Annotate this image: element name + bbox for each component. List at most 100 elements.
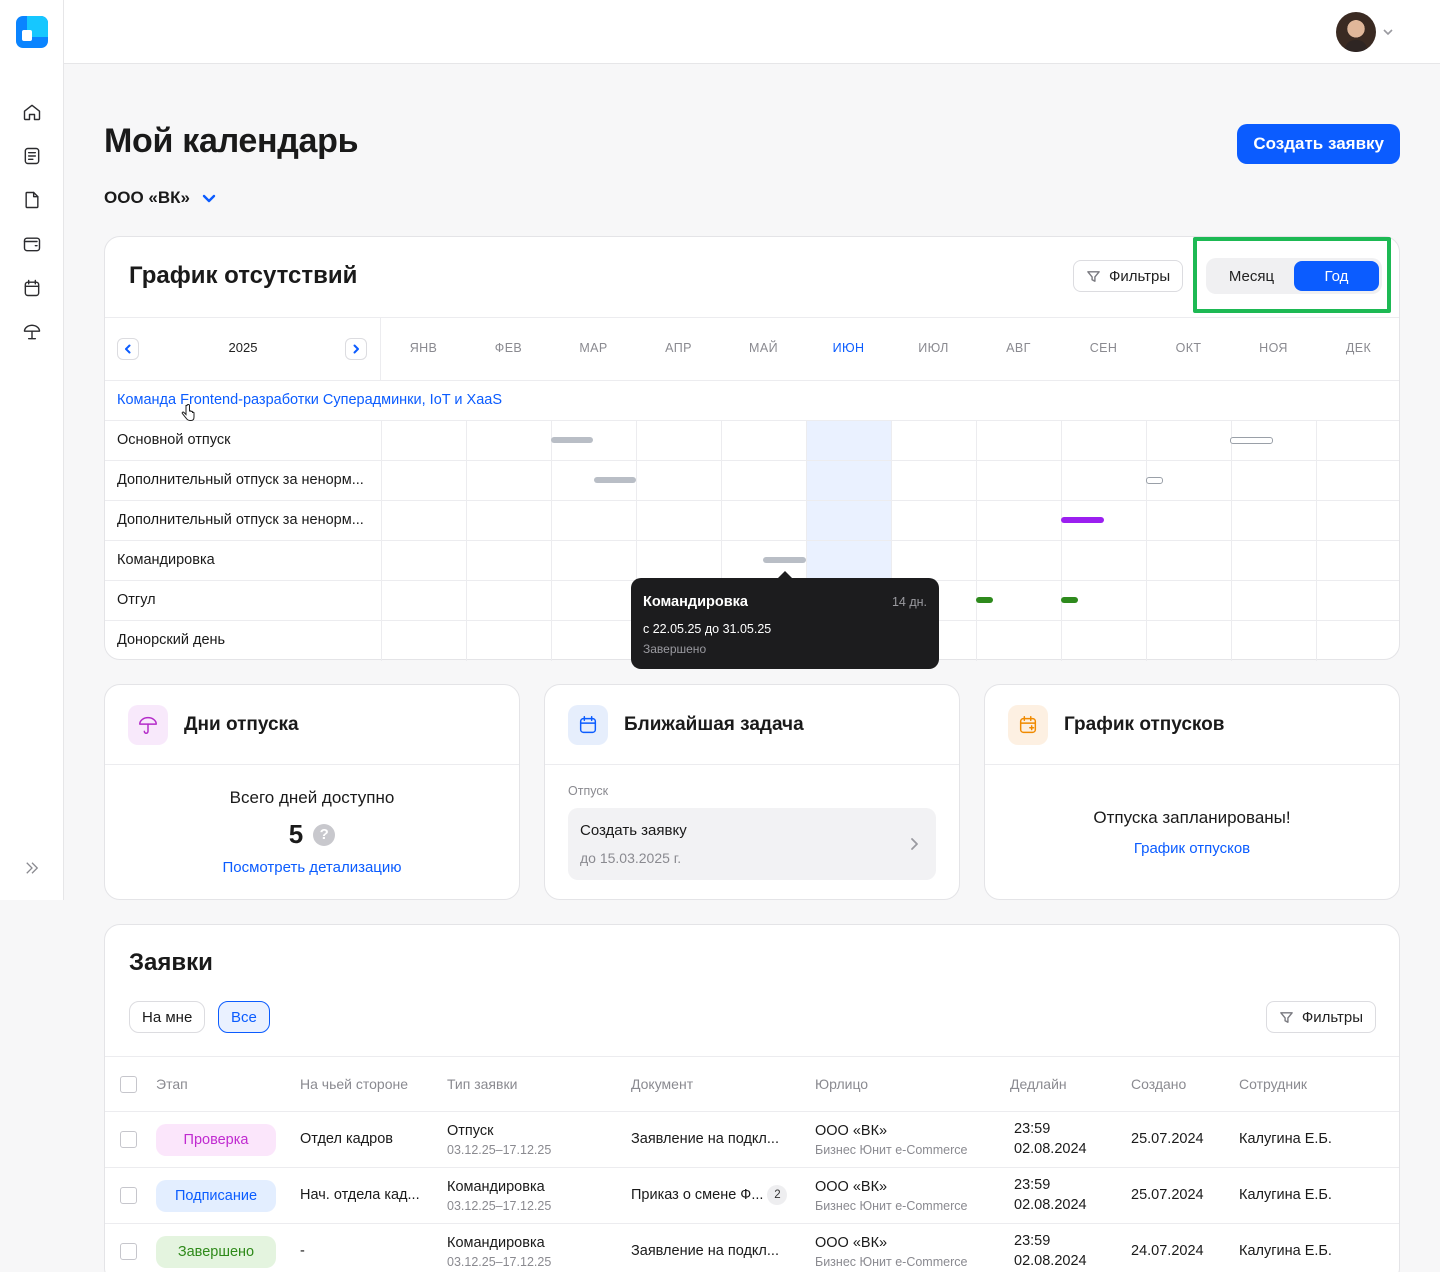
- month-label: НОЯ: [1259, 341, 1288, 355]
- table-row[interactable]: Подписание Нач. отдела кад... Командиров…: [105, 1168, 1399, 1224]
- double-chevron-right-icon: [26, 862, 39, 874]
- cell-type: Командировка: [447, 1235, 545, 1251]
- cell-side: Нач. отдела кад...: [300, 1187, 420, 1203]
- cell-created: 25.07.2024: [1131, 1131, 1204, 1147]
- absence-filters-button[interactable]: Фильтры: [1073, 260, 1184, 292]
- month-label: МАЙ: [749, 341, 778, 355]
- team-link[interactable]: Команда Frontend-разработки Суперадминки…: [117, 392, 502, 408]
- sidebar-item-wallet[interactable]: [0, 222, 64, 266]
- next-task-item[interactable]: Создать заявку до 15.03.2025 г.: [568, 808, 936, 880]
- absence-bar[interactable]: [1230, 437, 1273, 444]
- sidebar-item-vacation[interactable]: [0, 310, 64, 354]
- absence-bar[interactable]: [763, 557, 806, 563]
- avatar[interactable]: [1336, 12, 1376, 52]
- tooltip-days: 14 дн.: [891, 595, 927, 609]
- column-header[interactable]: На чьей стороне: [300, 1076, 408, 1092]
- column-header[interactable]: Дедлайн: [1010, 1076, 1067, 1092]
- row-checkbox[interactable]: [120, 1187, 137, 1204]
- vacation-schedule-card: График отпусков Отпуска запланированы! Г…: [984, 684, 1400, 900]
- row-checkbox[interactable]: [120, 1243, 137, 1260]
- vacation-schedule-link[interactable]: График отпусков: [985, 840, 1399, 857]
- year-nav: 2025: [105, 318, 381, 381]
- table-row[interactable]: Завершено - Командировка 03.12.25–17.12.…: [105, 1224, 1399, 1272]
- absence-row-label: Донорский день: [117, 632, 226, 648]
- absence-bar[interactable]: [1061, 517, 1104, 523]
- requests-title: Заявки: [129, 949, 213, 976]
- help-icon[interactable]: ?: [313, 823, 336, 846]
- chevron-down-icon[interactable]: [1380, 24, 1396, 40]
- card-title: График отпусков: [1064, 714, 1225, 735]
- absence-bar[interactable]: [594, 477, 636, 483]
- absence-row-additional-1: Дополнительный отпуск за ненорм...: [105, 461, 1399, 501]
- cell-document[interactable]: Заявление на подкл...: [631, 1131, 779, 1147]
- view-toggle: Месяц Год: [1206, 258, 1382, 294]
- vacation-days-card: Дни отпуска Всего дней доступно 5 ? Посм…: [104, 684, 520, 900]
- cell-type-dates: 03.12.25–17.12.25: [447, 1255, 552, 1269]
- home-icon: [23, 104, 41, 121]
- status-badge: Завершено: [156, 1236, 276, 1268]
- days-count-row: 5 ?: [105, 819, 519, 850]
- absence-row-label: Дополнительный отпуск за ненорм...: [117, 512, 364, 528]
- status-badge: Проверка: [156, 1124, 276, 1156]
- cell-employee: Калугина Е.Б.: [1239, 1131, 1332, 1147]
- month-label: ДЕК: [1345, 341, 1372, 355]
- total-days-label: Всего дней доступно: [229, 788, 395, 807]
- next-task-card: Ближайшая задача Отпуск Создать заявку д…: [544, 684, 960, 900]
- next-year-button[interactable]: [345, 338, 367, 360]
- org-select[interactable]: ООО «ВК»: [104, 188, 218, 208]
- select-all-checkbox[interactable]: [120, 1076, 137, 1093]
- cell-type: Отпуск: [447, 1123, 494, 1139]
- filters-label: Фильтры: [1301, 1008, 1363, 1026]
- column-header[interactable]: Документ: [631, 1076, 693, 1092]
- create-request-button[interactable]: Создать заявку: [1237, 124, 1400, 164]
- sidebar-item-documents[interactable]: [0, 178, 64, 222]
- task-category: Отпуск: [568, 784, 609, 798]
- view-toggle-year[interactable]: Год: [1294, 261, 1379, 291]
- cell-document[interactable]: Приказ о смене Ф... 2: [631, 1185, 788, 1205]
- sidebar-expand-button[interactable]: [0, 848, 64, 888]
- document-title: Заявление на подкл...: [631, 1243, 779, 1259]
- app-logo[interactable]: [16, 16, 48, 48]
- column-header[interactable]: Этап: [156, 1076, 188, 1092]
- cell-document[interactable]: Заявление на подкл...: [631, 1243, 779, 1259]
- document-icon: [25, 191, 39, 209]
- absence-row-label: Основной отпуск: [117, 432, 231, 448]
- calendar-icon: [24, 279, 40, 297]
- column-header[interactable]: Тип заявки: [447, 1076, 517, 1092]
- absence-bar[interactable]: [1061, 597, 1078, 603]
- column-header[interactable]: Юрлицо: [815, 1076, 868, 1092]
- schedule-status-text: Отпуска запланированы!: [1093, 808, 1291, 827]
- requests-filters-button[interactable]: Фильтры: [1265, 1001, 1376, 1033]
- column-header[interactable]: Создано: [1131, 1076, 1186, 1092]
- absence-bar[interactable]: [1146, 477, 1163, 484]
- wallet-icon: [23, 237, 41, 252]
- filter-icon: [1280, 1011, 1293, 1023]
- cell-entity: ООО «ВК»: [815, 1123, 888, 1139]
- absence-bar[interactable]: [976, 597, 993, 603]
- cell-created: 24.07.2024: [1131, 1243, 1204, 1259]
- absence-row-main-vacation: Основной отпуск: [105, 421, 1399, 461]
- view-details-link[interactable]: Посмотреть детализацию: [105, 859, 519, 876]
- row-checkbox[interactable]: [120, 1131, 137, 1148]
- year-label: 2025: [228, 340, 258, 355]
- tooltip-range: с 22.05.25 до 31.05.25: [643, 622, 772, 636]
- view-toggle-month[interactable]: Месяц: [1209, 261, 1294, 291]
- absence-bar[interactable]: [551, 437, 593, 443]
- chip-all[interactable]: Все: [218, 1001, 270, 1033]
- task-due: до 15.03.2025 г.: [580, 850, 682, 866]
- team-row: Команда Frontend-разработки Суперадминки…: [105, 381, 1399, 421]
- table-header: Этап На чьей стороне Тип заявки Документ…: [105, 1056, 1399, 1112]
- side-nav: [0, 90, 64, 354]
- sidebar-item-calendar[interactable]: [0, 266, 64, 310]
- topbar: [64, 0, 1440, 64]
- column-header[interactable]: Сотрудник: [1239, 1076, 1307, 1092]
- absence-schedule-card: График отсутствий Фильтры Месяц Год 2025…: [104, 236, 1400, 669]
- month-label: СЕН: [1089, 341, 1118, 355]
- filters-label: Фильтры: [1109, 267, 1171, 285]
- sidebar-item-home[interactable]: [0, 90, 64, 134]
- chip-mine[interactable]: На мне: [129, 1001, 206, 1033]
- cell-entity: ООО «ВК»: [815, 1235, 888, 1251]
- umbrella-icon: [128, 705, 168, 745]
- sidebar-item-requests[interactable]: [0, 134, 64, 178]
- table-row[interactable]: Проверка Отдел кадров Отпуск 03.12.25–17…: [105, 1112, 1399, 1168]
